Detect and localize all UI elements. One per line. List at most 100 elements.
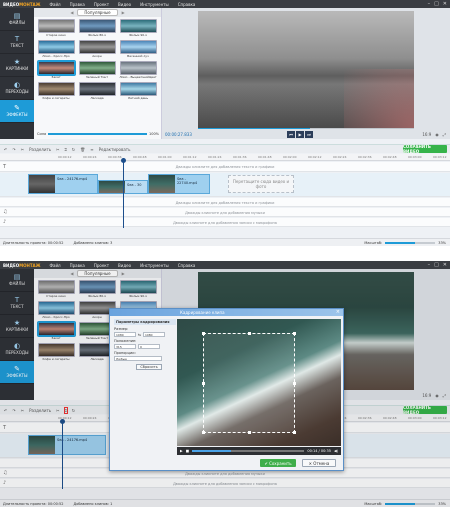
sidebar-item-text[interactable]: T ТЕКСТ (0, 292, 34, 315)
dialog-seekbar[interactable] (192, 450, 305, 452)
split-icon[interactable]: ✂ (21, 147, 24, 152)
menu-help[interactable]: Справка (178, 263, 196, 268)
overlay-track[interactable]: Дважды кликните для добавления текста и … (0, 198, 450, 207)
dialog-play-icon[interactable]: ▶ (180, 449, 183, 453)
effect-tile[interactable]: Ломо - ВыцветшийЦвет (119, 61, 157, 80)
menu-edit[interactable]: Правка (70, 2, 85, 7)
effect-tile[interactable]: Зеленый Тинт (78, 61, 116, 80)
proportions-select[interactable]: Любые (114, 356, 162, 361)
sidebar-item-files[interactable]: ▤ ФАЙЛЫ (0, 8, 34, 31)
pos-y-field[interactable]: 0 (138, 344, 160, 349)
video-clip[interactable]: Sea - 22740.mp4 (148, 174, 210, 194)
prev-category-button[interactable]: ◀ (70, 271, 73, 276)
effect-tile[interactable]: Фильм 90-х (119, 19, 157, 38)
camera-icon[interactable]: ◉ (435, 393, 439, 398)
next-category-button[interactable]: ▶ (122, 10, 125, 15)
play-button[interactable]: ▶ (296, 130, 304, 138)
cut-icon[interactable]: ✂ (56, 147, 59, 152)
crop-frame[interactable] (202, 332, 296, 434)
dialog-save-button[interactable]: ✔ Сохранить (260, 459, 296, 467)
zoom-slider[interactable] (385, 502, 436, 505)
split-label[interactable]: Разделить (29, 147, 51, 152)
effect-tile[interactable]: Закат (37, 61, 75, 80)
save-video-button[interactable]: СОХРАНИТЬ ВИДЕО (403, 405, 447, 415)
category-label[interactable]: Популярные (77, 270, 118, 277)
crop-handle[interactable] (293, 382, 296, 385)
sidebar-item-effects[interactable]: ✎ ЭФФЕКТЫ (0, 100, 34, 123)
dialog-cancel-button[interactable]: ✕ Отмена (302, 459, 336, 467)
zoom-slider[interactable] (385, 241, 436, 244)
menu-help[interactable]: Справка (178, 2, 196, 7)
menu-tools[interactable]: Инструменты (140, 2, 169, 7)
redo-button[interactable]: ↷ (12, 408, 15, 413)
effect-tile[interactable]: Кофе и сигареты (37, 343, 75, 362)
effect-tile[interactable]: Старое кино (37, 19, 75, 38)
effect-tile[interactable]: Кофе и сигареты (37, 82, 75, 101)
fullscreen-icon[interactable]: ⤢ (443, 393, 446, 398)
sidebar-item-files[interactable]: ▤ ФАЙЛЫ (0, 269, 34, 292)
menu-project[interactable]: Проект (94, 263, 109, 268)
properties-icon[interactable]: ≡ (90, 147, 93, 152)
cut-icon[interactable]: ✂ (56, 408, 59, 413)
menu-project[interactable]: Проект (94, 2, 109, 7)
sidebar-item-images[interactable]: ★ КАРТИНКИ (0, 54, 34, 77)
effect-tile[interactable]: Закат (37, 322, 75, 341)
minimize-button[interactable]: – (428, 262, 431, 268)
menu-video[interactable]: Видео (118, 263, 131, 268)
next-frame-button[interactable]: ⏭ (305, 130, 313, 138)
close-button[interactable]: ✕ (443, 1, 447, 7)
split-icon[interactable]: ✂ (21, 408, 24, 413)
prev-category-button[interactable]: ◀ (70, 10, 73, 15)
sidebar-item-transitions[interactable]: ◐ ПЕРЕХОДЫ (0, 77, 34, 100)
aspect-ratio[interactable]: 16:9 (422, 393, 431, 398)
effect-tile[interactable]: Фильм 90-х (119, 280, 157, 299)
text-track[interactable]: T Дважды кликните для добавления текста … (0, 162, 450, 172)
save-video-button[interactable]: СОХРАНИТЬ ВИДЕО (403, 144, 447, 154)
menu-tools[interactable]: Инструменты (140, 263, 169, 268)
voice-track[interactable]: ♪ Дважды кликните для добавления записи … (0, 218, 450, 227)
split-label[interactable]: Разделить (29, 408, 51, 413)
prev-frame-button[interactable]: ⏮ (287, 130, 295, 138)
voice-track[interactable]: ♪ Дважды кликните для добавления записи … (0, 479, 450, 488)
sidebar-item-images[interactable]: ★ КАРТИНКИ (0, 315, 34, 338)
rotate-icon[interactable]: ↻ (72, 408, 75, 413)
sidebar-item-transitions[interactable]: ◐ ПЕРЕХОДЫ (0, 338, 34, 361)
next-category-button[interactable]: ▶ (122, 271, 125, 276)
effect-tile[interactable]: Акорн (78, 40, 116, 59)
menu-edit[interactable]: Правка (70, 263, 85, 268)
category-label[interactable]: Популярные (77, 9, 118, 16)
crop-handle[interactable] (202, 382, 205, 385)
link-icon[interactable]: ⇆ (138, 333, 141, 337)
rotate-icon[interactable]: ↻ (72, 147, 75, 152)
maximize-button[interactable]: □ (434, 1, 439, 7)
fullscreen-icon[interactable]: ⤢ (443, 132, 446, 137)
video-clip[interactable]: Sea - 24176.mp4 (28, 435, 106, 455)
crop-handle[interactable] (248, 332, 251, 335)
effect-tile[interactable]: Ласкада (78, 82, 116, 101)
camera-icon[interactable]: ◉ (435, 132, 439, 137)
video-track[interactable]: Sea - 24176.mp4 Sea - 30 Sea - 22740.mp4… (0, 173, 450, 197)
crop-handle[interactable] (293, 431, 296, 434)
menu-video[interactable]: Видео (118, 2, 131, 7)
crop-icon[interactable]: ⌗ (65, 147, 67, 152)
strength-slider[interactable] (48, 133, 147, 135)
height-field[interactable]: 1080 (142, 332, 165, 337)
width-field[interactable]: 1080 (114, 332, 136, 337)
sidebar-item-effects[interactable]: ✎ ЭФФЕКТЫ (0, 361, 34, 384)
menu-file[interactable]: Файл (50, 263, 61, 268)
maximize-button[interactable]: □ (434, 262, 439, 268)
video-clip[interactable]: Sea - 24176.mp4 (28, 174, 98, 194)
effect-tile[interactable]: Фильм 80-х (78, 19, 116, 38)
effect-tile[interactable]: Ломо - Кросс-Про (37, 301, 75, 320)
effect-tile[interactable]: Ломо - Кросс-Про (37, 40, 75, 59)
timeline-playhead[interactable] (121, 158, 126, 228)
minimize-button[interactable]: – (428, 1, 431, 7)
crop-handle[interactable] (293, 332, 296, 335)
undo-button[interactable]: ↶ (4, 408, 7, 413)
music-track[interactable]: ♫ Дважды кликните для добавления музыки (0, 208, 450, 217)
effect-tile[interactable]: Весенний луч (119, 40, 157, 59)
volume-icon[interactable]: ◀) (334, 449, 338, 453)
dialog-close-icon[interactable]: × (336, 309, 340, 315)
crop-handle[interactable] (248, 431, 251, 434)
undo-button[interactable]: ↶ (4, 147, 7, 152)
